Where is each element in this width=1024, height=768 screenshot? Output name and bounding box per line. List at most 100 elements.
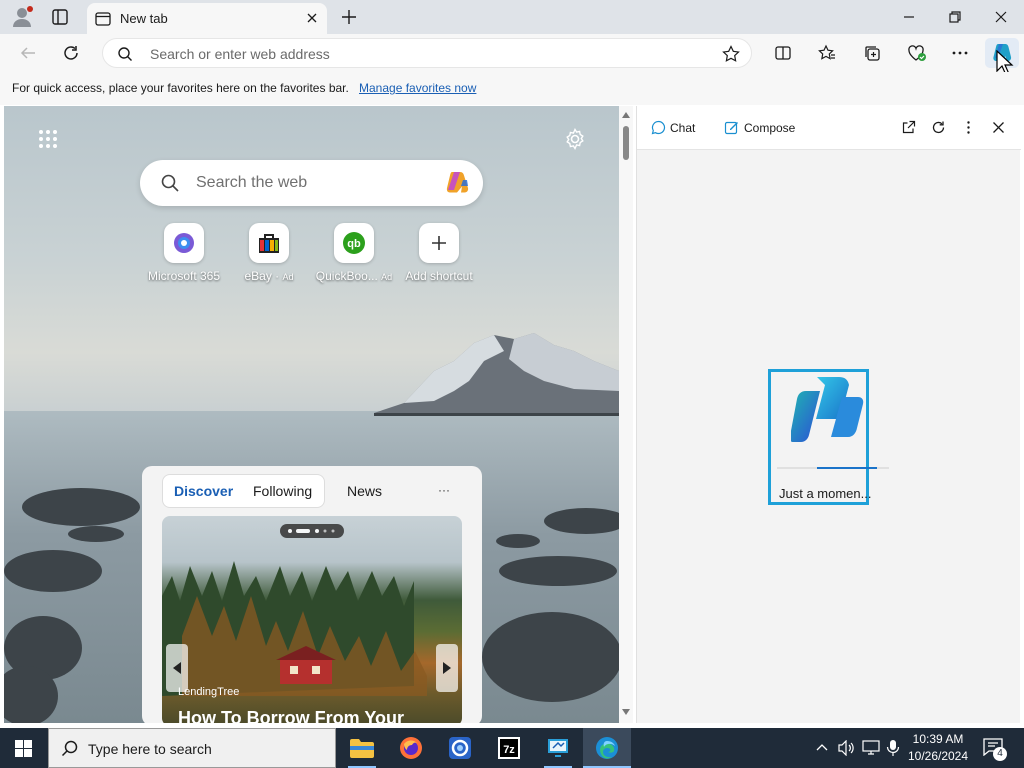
clock-time: 10:39 AM xyxy=(912,732,964,746)
favorites-bar-message: For quick access, place your favorites h… xyxy=(12,81,349,95)
address-placeholder: Search or enter web address xyxy=(150,46,330,62)
shortcut-ebay[interactable]: eBay · Ad xyxy=(226,223,312,283)
close-window-icon[interactable] xyxy=(994,10,1008,24)
minimize-icon[interactable] xyxy=(902,10,916,24)
scrollbar-thumb[interactable] xyxy=(623,126,629,160)
carousel-previous-button[interactable] xyxy=(166,644,188,692)
app-blue-circle[interactable] xyxy=(436,728,484,768)
carousel-dots xyxy=(280,524,344,538)
address-bar[interactable]: Search or enter web address xyxy=(102,38,752,68)
scroll-up-icon[interactable] xyxy=(622,112,630,118)
web-search-box[interactable]: Search the web xyxy=(140,160,483,206)
file-explorer-app[interactable] xyxy=(338,728,386,768)
copilot-header: Chat Compose xyxy=(637,106,1021,150)
more-options-icon[interactable] xyxy=(951,44,969,62)
shortcut-label: Add shortcut xyxy=(405,269,473,283)
navigation-bar: Search or enter web address xyxy=(0,34,1024,76)
copilot-loading-indicator: Just a momen... xyxy=(768,369,889,505)
card-headline[interactable]: How To Borrow From Your xyxy=(178,708,404,723)
copilot-search-icon[interactable] xyxy=(442,168,472,198)
loading-progress-bar xyxy=(777,467,889,469)
new-tab-icon xyxy=(95,11,111,27)
notification-center-button[interactable]: 4 xyxy=(983,738,1007,761)
svg-text:qb: qb xyxy=(347,238,361,250)
tab-title: New tab xyxy=(120,11,168,26)
loading-text: Just a momen... xyxy=(779,486,872,501)
notification-count-badge: 4 xyxy=(993,747,1007,761)
title-bar: New tab xyxy=(0,0,1024,34)
more-options-icon[interactable] xyxy=(961,120,976,135)
feed-more-button[interactable]: ··· xyxy=(438,483,450,497)
profile-icon[interactable] xyxy=(11,6,33,28)
web-search-placeholder: Search the web xyxy=(196,174,308,191)
firefox-icon xyxy=(400,737,422,759)
ebay-icon xyxy=(249,223,289,263)
close-pane-icon[interactable] xyxy=(991,120,1006,135)
collections-icon[interactable] xyxy=(863,44,881,62)
browser-essentials-icon[interactable] xyxy=(907,44,927,62)
7zip-app[interactable]: 7z xyxy=(485,728,533,768)
card-source: LendingTree xyxy=(178,686,240,698)
blue-circle-app-icon xyxy=(449,737,471,759)
compose-tab[interactable]: Compose xyxy=(744,121,795,135)
firefox-app[interactable] xyxy=(387,728,435,768)
svg-text:7z: 7z xyxy=(503,744,515,756)
carousel-next-button[interactable] xyxy=(436,644,458,692)
split-screen-icon[interactable] xyxy=(774,44,792,62)
system-clock[interactable]: 10:39 AM 10/26/2024 xyxy=(905,731,971,765)
new-tab-page: Search the web Microsoft 365 eBay · Ad q… xyxy=(4,106,619,723)
shortcut-quickbooks[interactable]: qb QuickBoo... Ad xyxy=(311,223,397,283)
edge-app[interactable] xyxy=(583,728,631,768)
volume-icon[interactable] xyxy=(838,740,856,756)
news-feed: Discover Following News ··· LendingTree … xyxy=(142,466,482,723)
remote-app[interactable] xyxy=(534,728,582,768)
new-tab-button[interactable] xyxy=(340,8,358,26)
scroll-down-icon[interactable] xyxy=(622,709,630,715)
shortcut-microsoft-365[interactable]: Microsoft 365 xyxy=(141,223,227,283)
remote-desktop-icon xyxy=(548,739,568,757)
favorites-icon[interactable] xyxy=(818,44,836,62)
restore-icon[interactable] xyxy=(948,10,962,24)
network-icon[interactable] xyxy=(862,740,880,756)
chat-icon xyxy=(651,120,666,135)
background-mountain xyxy=(374,333,619,416)
refresh-icon[interactable] xyxy=(62,44,80,62)
refresh-icon[interactable] xyxy=(931,120,946,135)
copilot-sidebar: Chat Compose Just a momen... xyxy=(636,106,1021,723)
show-hidden-icons-icon[interactable] xyxy=(815,741,829,755)
clock-date: 10/26/2024 xyxy=(907,749,969,763)
copilot-logo-icon xyxy=(791,377,864,442)
search-icon xyxy=(117,46,133,62)
apps-launcher-icon[interactable] xyxy=(38,129,58,149)
taskbar: Type here to search 7z 10:39 AM 10/26/20… xyxy=(0,728,1024,768)
chat-tab[interactable]: Chat xyxy=(670,121,695,135)
forest-image xyxy=(162,561,427,696)
search-icon xyxy=(160,173,180,193)
taskbar-search-box[interactable]: Type here to search xyxy=(48,728,336,768)
page-scrollbar[interactable] xyxy=(619,106,633,723)
microphone-icon[interactable] xyxy=(886,739,900,757)
microsoft-365-icon xyxy=(164,223,204,263)
open-in-new-icon[interactable] xyxy=(901,120,916,135)
start-icon[interactable] xyxy=(15,740,32,757)
shortcut-label: QuickBoo... Ad xyxy=(315,269,393,283)
folder-icon xyxy=(350,739,374,758)
favorite-star-icon[interactable] xyxy=(722,45,740,63)
shortcut-label: Microsoft 365 xyxy=(147,269,221,283)
page-settings-icon[interactable] xyxy=(564,128,586,150)
tab-new-tab[interactable]: New tab xyxy=(87,3,327,34)
back-icon[interactable] xyxy=(19,44,37,62)
tab-following[interactable]: Following xyxy=(253,483,312,499)
close-tab-icon[interactable] xyxy=(305,11,319,25)
edge-icon xyxy=(596,737,618,759)
manage-favorites-link[interactable]: Manage favorites now xyxy=(359,81,476,95)
quickbooks-icon: qb xyxy=(334,223,374,263)
search-icon xyxy=(61,740,79,758)
favorites-bar: For quick access, place your favorites h… xyxy=(0,72,1024,105)
shortcut-label: eBay · Ad xyxy=(244,269,294,283)
news-card[interactable]: LendingTree How To Borrow From Your xyxy=(162,516,462,723)
shortcut-add[interactable]: Add shortcut xyxy=(396,223,482,283)
vertical-tabs-icon[interactable] xyxy=(51,8,69,26)
tab-news[interactable]: News xyxy=(347,483,382,499)
tab-discover[interactable]: Discover xyxy=(174,483,233,499)
